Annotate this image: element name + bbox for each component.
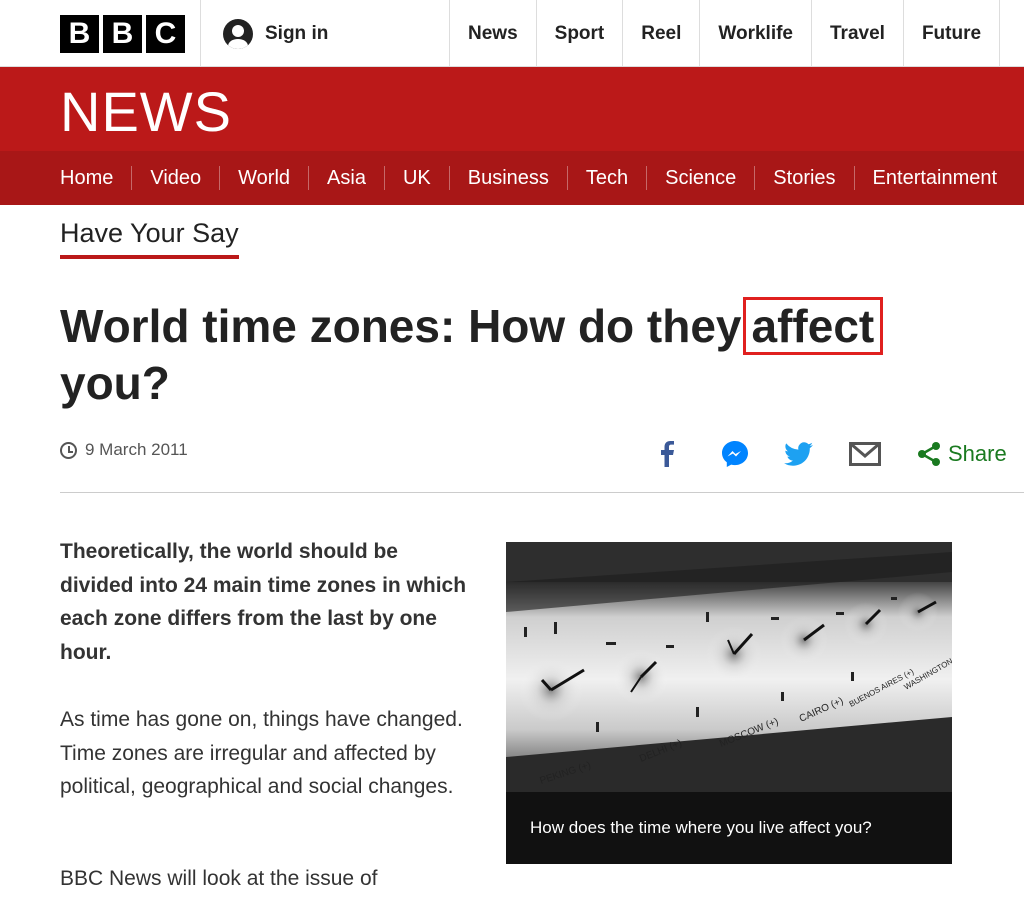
subnav-stories[interactable]: Stories bbox=[754, 166, 853, 190]
clock-icon bbox=[60, 441, 77, 459]
email-icon[interactable] bbox=[848, 436, 882, 472]
bbc-logo[interactable]: B B C bbox=[60, 15, 185, 53]
news-banner: NEWS bbox=[0, 67, 1024, 151]
top-nav-reel[interactable]: Reel bbox=[623, 0, 701, 67]
subnav-world[interactable]: World bbox=[219, 166, 308, 190]
clock-face bbox=[780, 616, 828, 664]
clock-face bbox=[898, 592, 938, 632]
section-title[interactable]: Have Your Say bbox=[60, 218, 239, 259]
top-nav-sport[interactable]: Sport bbox=[537, 0, 624, 67]
clock-face bbox=[706, 626, 762, 682]
subnav-entertainment[interactable]: Entertainment bbox=[853, 166, 1016, 190]
meta-divider bbox=[60, 492, 1024, 493]
headline-highlighted-word: affect bbox=[742, 297, 884, 355]
clock-face bbox=[519, 658, 585, 722]
clock-face bbox=[613, 649, 669, 705]
subnav-uk[interactable]: UK bbox=[383, 166, 449, 190]
subnav-tech[interactable]: Tech bbox=[566, 166, 646, 190]
subnav-science[interactable]: Science bbox=[646, 166, 754, 190]
top-nav-travel[interactable]: Travel bbox=[812, 0, 904, 67]
article-figure[interactable]: PEKING (+) DELHI (+) MOSCOW (+) CAIRO (+… bbox=[506, 542, 952, 864]
world-clocks-photo: PEKING (+) DELHI (+) MOSCOW (+) CAIRO (+… bbox=[506, 542, 952, 792]
article-headline: World time zones: How do they affect you? bbox=[60, 297, 960, 412]
figure-caption: How does the time where you live affect … bbox=[506, 792, 952, 864]
article-paragraph: As time has gone on, things have changed… bbox=[60, 708, 463, 798]
sign-in-label: Sign in bbox=[265, 22, 329, 44]
sign-in-button[interactable]: Sign in bbox=[200, 0, 450, 67]
top-nav: News Sport Reel Worklife Travel Future bbox=[450, 0, 1001, 67]
twitter-icon[interactable] bbox=[783, 436, 815, 472]
article-paragraph: BBC News will look at the issue of bbox=[60, 867, 378, 890]
headline-text: World time zones: How do they bbox=[60, 300, 742, 352]
news-logo[interactable]: NEWS bbox=[60, 79, 232, 144]
top-nav-future[interactable]: Future bbox=[904, 0, 1001, 67]
share-button[interactable]: Share bbox=[916, 436, 1020, 472]
subnav-business[interactable]: Business bbox=[448, 166, 567, 190]
share-tools: Share bbox=[650, 436, 1020, 472]
clock-face bbox=[844, 602, 888, 646]
clock-label: CAIRO (+) bbox=[798, 696, 845, 725]
facebook-icon[interactable] bbox=[652, 436, 682, 472]
share-label: Share bbox=[948, 441, 1007, 466]
user-icon bbox=[223, 18, 253, 49]
article-intro: Theoretically, the world should be divid… bbox=[60, 540, 467, 664]
news-subnav: Home Video World Asia UK Business Tech S… bbox=[0, 151, 1024, 205]
logo-letter: B bbox=[60, 15, 99, 53]
top-bar: B B C Sign in News Sport Reel Worklife T… bbox=[0, 0, 1024, 67]
subnav-asia[interactable]: Asia bbox=[308, 166, 384, 190]
headline-text-end: you? bbox=[60, 357, 170, 409]
top-nav-worklife[interactable]: Worklife bbox=[700, 0, 812, 67]
share-icon bbox=[918, 442, 940, 466]
article-meta: 9 March 2011 bbox=[60, 440, 188, 460]
top-nav-news[interactable]: News bbox=[450, 0, 537, 67]
logo-letter: B bbox=[103, 15, 142, 53]
article-date: 9 March 2011 bbox=[85, 440, 188, 459]
logo-letter: C bbox=[146, 15, 185, 53]
subnav-video[interactable]: Video bbox=[131, 166, 219, 190]
messenger-icon[interactable] bbox=[720, 436, 750, 472]
subnav-home[interactable]: Home bbox=[42, 166, 131, 190]
